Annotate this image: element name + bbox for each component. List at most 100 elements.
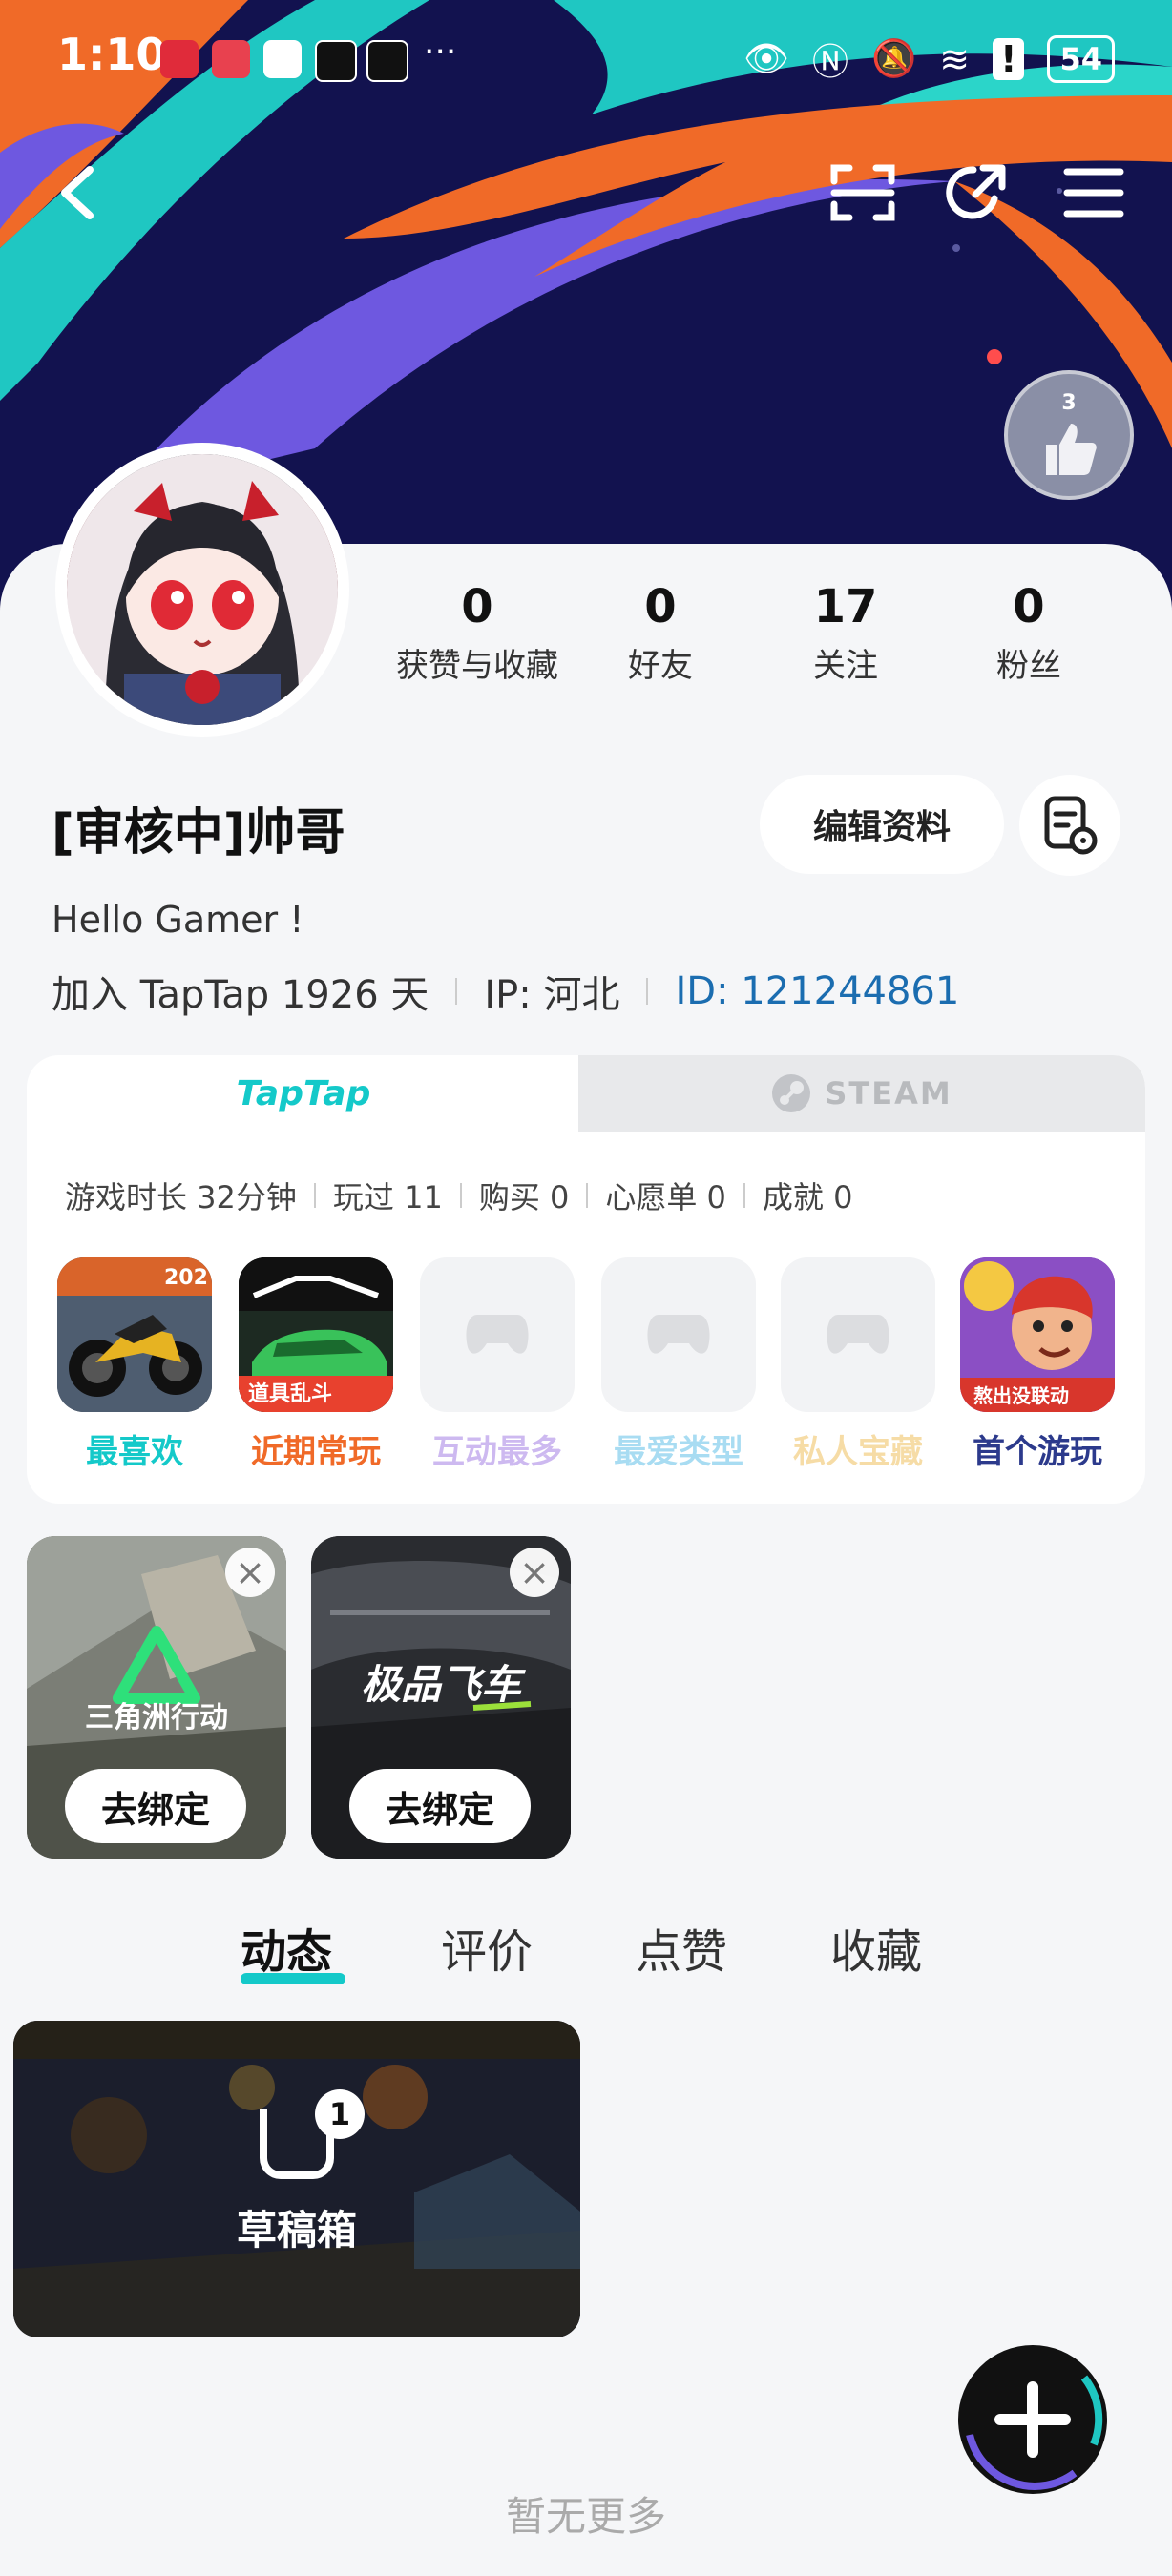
tile-label-text: 近期常玩 bbox=[251, 1433, 381, 1471]
eye-icon: 👁 bbox=[743, 37, 789, 79]
draft-count-badge: 1 bbox=[315, 2089, 365, 2139]
tab-moments[interactable]: 动态 bbox=[241, 1914, 332, 1981]
stat-label: 好友 bbox=[628, 647, 693, 685]
no-more-text: 暂无更多 bbox=[505, 2493, 666, 2540]
stat-label: 获赞与收藏 bbox=[396, 647, 558, 685]
divider bbox=[459, 1183, 462, 1208]
app-notification-icon bbox=[263, 40, 302, 78]
tab-steam[interactable]: STEAM bbox=[578, 1055, 1145, 1132]
drafts-card[interactable]: 1 草稿箱 bbox=[13, 2021, 580, 2337]
tile-label-favorite: 最喜欢 bbox=[49, 1425, 220, 1472]
gamepad-icon bbox=[466, 1315, 529, 1354]
back-button[interactable] bbox=[36, 153, 116, 233]
stat-value: 0 bbox=[644, 580, 677, 634]
divider bbox=[586, 1183, 589, 1208]
game-tile-treasure[interactable] bbox=[781, 1257, 935, 1412]
tile-label-first: 首个游玩 bbox=[952, 1425, 1123, 1472]
share-button[interactable] bbox=[937, 153, 1017, 233]
profile-settings-button[interactable] bbox=[1019, 775, 1120, 876]
tile-label-recent: 近期常玩 bbox=[230, 1425, 402, 1472]
tab-steam-label: STEAM bbox=[825, 1075, 952, 1111]
tab-taptap[interactable]: TapTap bbox=[27, 1055, 580, 1132]
bound-game-card-nfs[interactable]: 极品飞车 去绑定 × bbox=[311, 1536, 571, 1859]
divider bbox=[646, 978, 649, 1005]
tile-caption-text: 道具乱斗 bbox=[248, 1381, 332, 1406]
game-tile-recent[interactable]: 道具乱斗 bbox=[239, 1257, 393, 1412]
tile-label-genre: 最爱类型 bbox=[593, 1425, 764, 1472]
achievement-count[interactable]: 成就 0 bbox=[763, 1174, 853, 1217]
edit-profile-button[interactable]: 编辑资料 bbox=[760, 775, 1004, 874]
purchase-count[interactable]: 购买 0 bbox=[479, 1174, 570, 1217]
wishlist-count[interactable]: 心愿单 0 bbox=[605, 1174, 726, 1217]
bound-game-title: 极品飞车 bbox=[361, 1661, 526, 1708]
divider bbox=[455, 978, 458, 1005]
plus-icon bbox=[958, 2345, 1107, 2494]
tab-reviews[interactable]: 评价 bbox=[441, 1914, 533, 1981]
bound-game-title: 三角洲行动 bbox=[85, 1701, 228, 1735]
scan-button[interactable] bbox=[823, 153, 903, 233]
stat-likes[interactable]: 0 获赞与收藏 bbox=[382, 580, 573, 686]
divider bbox=[743, 1183, 745, 1208]
app-notification-icon bbox=[212, 40, 250, 78]
close-icon[interactable]: × bbox=[510, 1548, 559, 1597]
badge-count: 3 bbox=[1061, 391, 1077, 415]
tab-likes[interactable]: 点赞 bbox=[636, 1914, 727, 1981]
stat-label: 关注 bbox=[813, 647, 878, 685]
user-id[interactable]: ID: 121244861 bbox=[675, 969, 959, 1013]
status-time: 1:10 bbox=[57, 29, 167, 80]
subway-game-icon: 熬出没联动 bbox=[960, 1257, 1115, 1412]
wifi-icon: ≋ bbox=[939, 37, 971, 80]
played-count[interactable]: 玩过 11 bbox=[333, 1174, 443, 1217]
stat-value: 0 bbox=[1013, 580, 1045, 634]
tile-caption-text: 熬出没联动 bbox=[973, 1384, 1069, 1407]
tile-label-text: 互动最多 bbox=[432, 1433, 562, 1471]
profile-meta: 加入 TapTap 1926 天 IP: 河北 ID: 121244861 bbox=[52, 964, 959, 1019]
taptap-logo: TapTap bbox=[236, 1073, 371, 1113]
create-post-button[interactable] bbox=[951, 2339, 1115, 2500]
status-icons: 👁 Ⓝ 🔕 ≋ ! 54 bbox=[743, 32, 1115, 85]
more-notifications-icon: ··· bbox=[424, 32, 457, 72]
mute-icon: 🔕 bbox=[870, 37, 917, 79]
like-badge[interactable]: 3 bbox=[1004, 370, 1134, 500]
unbind-button[interactable]: 去绑定 bbox=[349, 1769, 531, 1843]
scan-icon bbox=[830, 164, 895, 221]
gamepad-icon bbox=[827, 1315, 889, 1354]
play-time[interactable]: 游戏时长 32分钟 bbox=[65, 1174, 297, 1217]
share-icon bbox=[946, 164, 1006, 219]
bound-game-card-delta[interactable]: 三角洲行动 去绑定 × bbox=[27, 1536, 286, 1859]
game-tile-favorite[interactable]: 202 bbox=[57, 1257, 212, 1412]
stat-value: 0 bbox=[461, 580, 493, 634]
gamepad-icon bbox=[647, 1315, 710, 1354]
steam-icon bbox=[772, 1074, 811, 1112]
stat-following[interactable]: 17 关注 bbox=[750, 580, 941, 686]
battery-icon: 54 bbox=[1047, 34, 1115, 83]
tab-favorites[interactable]: 收藏 bbox=[830, 1914, 922, 1981]
stat-friends[interactable]: 0 好友 bbox=[565, 580, 756, 686]
avatar[interactable] bbox=[67, 454, 338, 725]
unbind-button[interactable]: 去绑定 bbox=[65, 1769, 246, 1843]
tile-label-text: 私人宝藏 bbox=[793, 1433, 923, 1471]
game-tile-interactive[interactable] bbox=[420, 1257, 575, 1412]
menu-icon bbox=[1063, 168, 1124, 218]
ip-location: IP: 河北 bbox=[484, 973, 620, 1017]
stat-fans[interactable]: 0 粉丝 bbox=[933, 580, 1124, 686]
thumbs-up-icon bbox=[1046, 424, 1097, 475]
app-notification-icon bbox=[315, 40, 357, 82]
motorcycle-game-icon: 202 bbox=[57, 1257, 212, 1412]
drafts-background-art bbox=[13, 2021, 580, 2337]
drafts-label: 草稿箱 bbox=[236, 2207, 357, 2254]
game-tile-first[interactable]: 熬出没联动 bbox=[960, 1257, 1115, 1412]
tile-year-text: 202 bbox=[164, 1266, 208, 1290]
close-icon[interactable]: × bbox=[225, 1548, 275, 1597]
app-notification-icon bbox=[366, 40, 408, 82]
game-platform-panel: STEAM TapTap 游戏时长 32分钟 玩过 11 购买 0 心愿单 0 … bbox=[27, 1055, 1145, 1504]
tile-label-text: 首个游玩 bbox=[973, 1433, 1102, 1471]
game-tile-genre[interactable] bbox=[601, 1257, 756, 1412]
stat-label: 粉丝 bbox=[996, 647, 1061, 685]
tile-label-text: 最爱类型 bbox=[614, 1433, 743, 1471]
menu-button[interactable] bbox=[1054, 153, 1134, 233]
racing-game-icon: 道具乱斗 bbox=[239, 1257, 393, 1412]
alert-icon: ! bbox=[993, 37, 1025, 80]
bio: Hello Gamer ! bbox=[52, 899, 304, 941]
join-days: 加入 TapTap 1926 天 bbox=[52, 973, 429, 1017]
